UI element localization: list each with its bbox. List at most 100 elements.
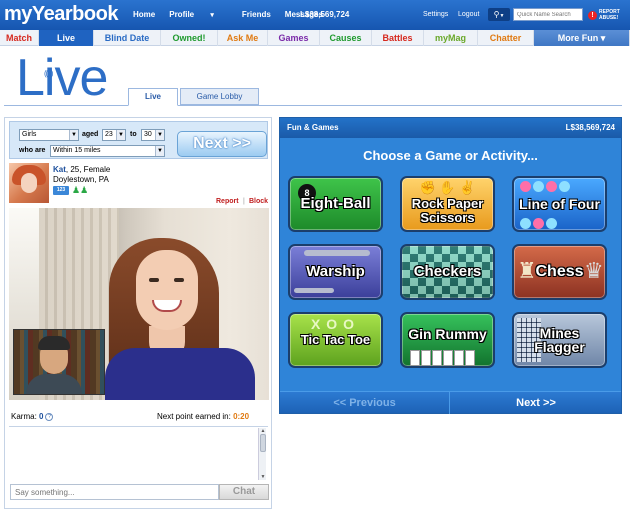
alert-icon: ! [588, 10, 597, 20]
report-link[interactable]: Report [216, 198, 239, 205]
tab-games[interactable]: Games [268, 30, 320, 46]
next-match-button[interactable]: Next >> [177, 131, 267, 157]
age-min-select[interactable]: 23 ▼ [102, 129, 126, 141]
profile-name[interactable]: Kat [53, 165, 66, 174]
chess-piece-icon: ♛ [584, 258, 604, 283]
tab-causes[interactable]: Causes [320, 30, 372, 46]
report-abuse-button[interactable]: ! REPORT ABUSE! [588, 9, 623, 21]
nav-home-link[interactable]: Home [133, 10, 155, 19]
game-chess[interactable]: ♜ ♛ Chess [512, 244, 607, 300]
live-logo-text: Live [16, 49, 108, 107]
profile-location: Doylestown, PA [53, 175, 109, 184]
scroll-thumb[interactable] [260, 434, 266, 452]
game-eight-ball[interactable]: 8 Eight-Ball [288, 176, 383, 232]
avatar[interactable] [9, 163, 49, 203]
who-are-label: who are [19, 147, 46, 154]
block-link[interactable]: Block [249, 198, 268, 205]
tab-owned-label: Owned! [172, 33, 206, 43]
hands-icon: ✊ ✋ ✌ [419, 180, 476, 195]
tab-chatter[interactable]: Chatter [478, 30, 534, 46]
tab-live-view[interactable]: Live [128, 88, 178, 106]
myyearbook-logo[interactable]: myYearbook [4, 3, 118, 26]
karma-label: Karma: [11, 412, 37, 421]
tab-owned[interactable]: Owned! [161, 30, 218, 46]
tab-match[interactable]: Match [0, 30, 39, 46]
gender-value: Girls [22, 131, 37, 138]
chevron-down-icon: ▼ [155, 146, 164, 156]
playing-cards-icon [410, 350, 475, 366]
tab-live[interactable]: Live [39, 30, 94, 46]
tab-divider [4, 105, 622, 106]
distance-value: Within 15 miles [53, 147, 101, 154]
game-checkers[interactable]: Checkers [400, 244, 495, 300]
chat-log[interactable] [9, 426, 268, 480]
self-video-preview [13, 329, 105, 395]
tab-mymag[interactable]: myMag [424, 30, 478, 46]
pip-person-beanie [38, 336, 70, 350]
chess-piece-icon: ♜ [517, 258, 537, 283]
chevron-down-icon: ▼ [116, 130, 125, 140]
help-icon[interactable]: ? [45, 412, 54, 421]
nav-profile-link[interactable]: Profile ▾ [169, 10, 228, 19]
search-button[interactable]: ⚲▼ [488, 8, 510, 21]
chat-send-button[interactable]: Chat [219, 484, 269, 500]
game-mines-flagger[interactable]: Mines Flagger [512, 312, 607, 368]
nav-profile-label: Profile [169, 10, 195, 19]
choose-game-heading: Choose a Game or Activity... [363, 148, 538, 163]
games-panel-header: Fun & Games L$38,569,724 [280, 118, 621, 138]
game-chess-label: Chess [535, 263, 584, 280]
video-person-eye [174, 278, 184, 282]
scroll-down-icon[interactable]: ▼ [259, 474, 267, 480]
live-logo: ((•)) Live [16, 49, 108, 107]
next-page-button[interactable]: Next >> [451, 392, 621, 414]
profile-details: , 25, Female [65, 165, 111, 174]
games-panel-credits: L$38,569,724 [565, 123, 615, 132]
tab-battles[interactable]: Battles [372, 30, 424, 46]
chat-message-input[interactable] [10, 484, 219, 500]
age-max-select[interactable]: 30 ▼ [141, 129, 165, 141]
games-pager: << Previous Next >> [280, 391, 621, 414]
report-abuse-label: REPORT ABUSE! [599, 9, 620, 21]
tab-battles-label: Battles [382, 33, 413, 43]
profile-name-line: Kat, 25, Female [53, 165, 110, 174]
game-checkers-label: Checkers [413, 263, 482, 280]
link-separator: | [243, 198, 245, 205]
game-mines-flagger-label: Mines Flagger [534, 325, 585, 355]
quick-name-search-input[interactable] [513, 8, 583, 21]
game-gin-rummy-label: Gin Rummy [408, 326, 487, 342]
karma-value: 0 [39, 412, 44, 421]
next-point-value: 0:20 [233, 412, 250, 421]
distance-select[interactable]: Within 15 miles ▼ [50, 145, 165, 157]
game-gin-rummy[interactable]: Gin Rummy [400, 312, 495, 368]
previous-page-button[interactable]: << Previous [280, 392, 450, 414]
gender-select[interactable]: Girls ▼ [19, 129, 79, 141]
top-navigation-bar: myYearbook Home Profile ▾ Friends Messag… [0, 0, 630, 30]
chevron-down-icon: ▼ [155, 130, 164, 140]
game-rock-paper-scissors[interactable]: ✊ ✋ ✌ Rock Paper Scissors [400, 176, 495, 232]
tab-game-lobby[interactable]: Game Lobby [180, 88, 259, 105]
tab-more-fun[interactable]: More Fun ▾ [534, 30, 630, 46]
game-tic-tac-toe-label: Tic Tac Toe [300, 332, 371, 347]
tab-blind-date[interactable]: Blind Date [94, 30, 161, 46]
logout-link[interactable]: Logout [458, 11, 479, 18]
signal-icon: ((•)) [44, 69, 54, 78]
game-eight-ball-label: Eight-Ball [300, 195, 371, 212]
tab-ask-me-label: Ask Me [226, 33, 259, 43]
settings-link[interactable]: Settings [423, 11, 448, 18]
to-label: to [130, 131, 137, 138]
avatar-face [21, 173, 37, 193]
game-line-of-four-label: Line of Four [519, 196, 600, 212]
aged-label: aged [82, 131, 99, 138]
tab-chatter-label: Chatter [489, 33, 522, 43]
fun-and-games-panel: Fun & Games L$38,569,724 Choose a Game o… [279, 117, 622, 414]
game-warship[interactable]: Warship [288, 244, 383, 300]
game-line-of-four[interactable]: Line of Four [512, 176, 607, 232]
video-person-eye [149, 278, 159, 282]
tab-ask-me[interactable]: Ask Me [218, 30, 268, 46]
next-point-timer: Next point earned in: 0:20 [157, 412, 249, 421]
section-tabs: Match Live Blind Date Owned! Ask Me Game… [0, 30, 630, 46]
game-tic-tac-toe[interactable]: XOO Tic Tac Toe [288, 312, 383, 368]
chat-scrollbar[interactable]: ▲ ▼ [258, 428, 266, 480]
video-person-shirt [105, 348, 255, 400]
nav-friends-link[interactable]: Friends [242, 10, 271, 19]
